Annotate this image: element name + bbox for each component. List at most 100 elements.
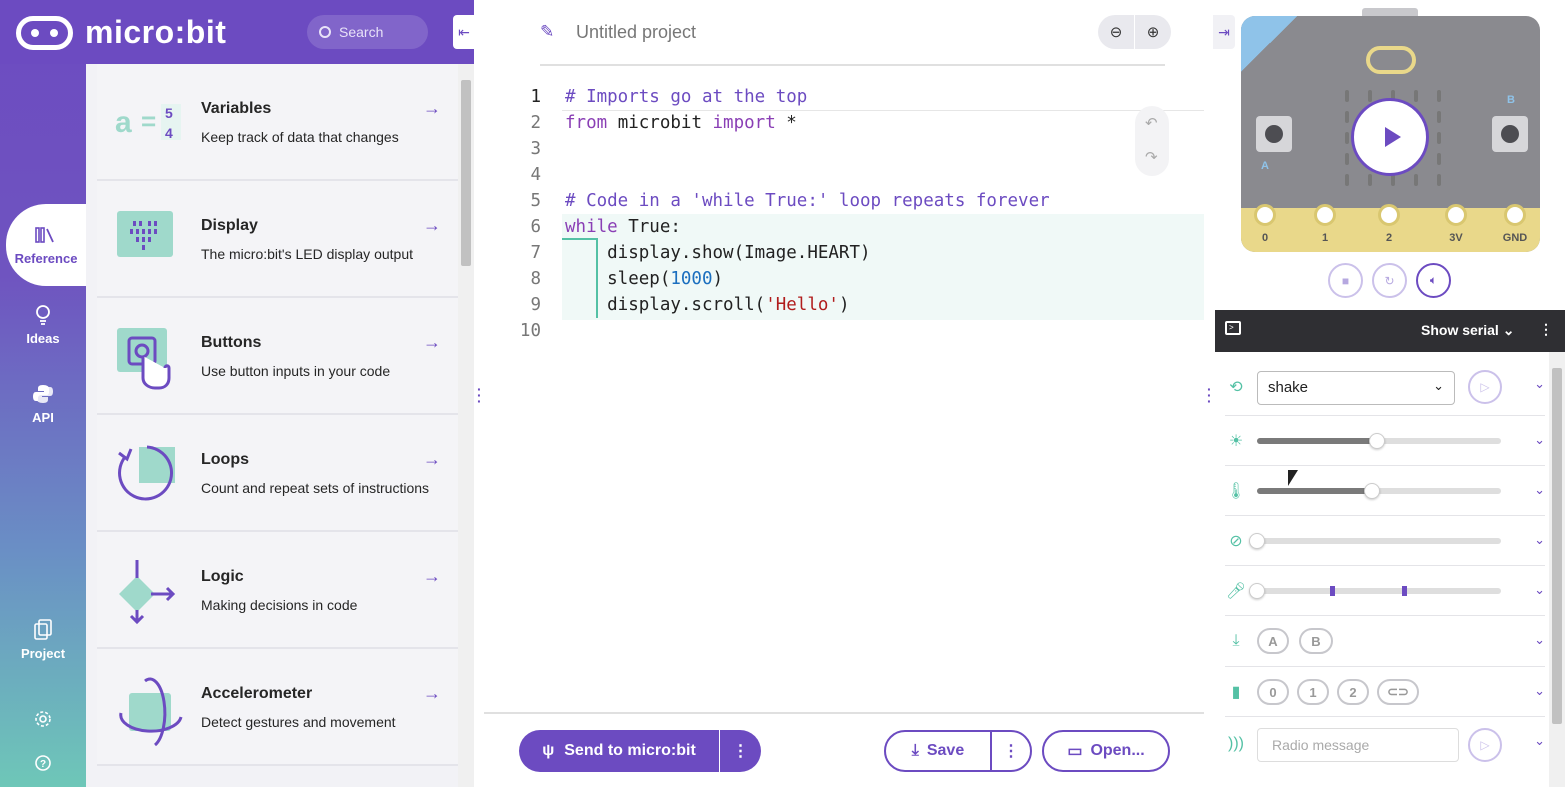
board-pin-label: 2 bbox=[1385, 232, 1393, 244]
code-line[interactable]: 7 display.show(Image.HEART) bbox=[484, 240, 1204, 266]
code-line[interactable]: 10 bbox=[484, 318, 1204, 344]
save-button[interactable]: ⤓ Save bbox=[884, 730, 992, 772]
zoom-out-button[interactable]: ⊖ bbox=[1098, 15, 1134, 49]
code-area[interactable]: 1 # Imports go at the top 2 from microbit i… bbox=[484, 84, 1204, 344]
light-slider-knob[interactable] bbox=[1368, 433, 1385, 449]
serial-more-button[interactable]: ⋮ bbox=[1539, 321, 1553, 338]
scrollbar-thumb[interactable] bbox=[1552, 368, 1562, 724]
expand-chevron-icon[interactable]: ⌄ bbox=[1534, 482, 1545, 498]
send-more-button[interactable]: ⋮ bbox=[720, 730, 761, 772]
board-pin-1[interactable] bbox=[1314, 204, 1336, 226]
pin-1-button[interactable]: 1 bbox=[1297, 679, 1329, 705]
redo-icon[interactable]: ↷ bbox=[1145, 148, 1158, 166]
reference-item-loops[interactable]: Loops Count and repeat sets of instructi… bbox=[97, 415, 458, 532]
code-line[interactable]: 6 while True: bbox=[484, 214, 1204, 240]
code-line[interactable]: 9 display.scroll('Hello') bbox=[484, 292, 1204, 318]
board-pin-gnd[interactable] bbox=[1504, 204, 1526, 226]
line-text: display.scroll('Hello') bbox=[565, 292, 849, 318]
led bbox=[1345, 153, 1349, 165]
search-input[interactable]: Search bbox=[307, 15, 428, 49]
gesture-select[interactable]: shake ⌄ bbox=[1257, 371, 1455, 405]
radio-message-input[interactable]: Radio message bbox=[1257, 728, 1459, 762]
expand-chevron-icon[interactable]: ⌄ bbox=[1534, 733, 1545, 749]
svg-text:4: 4 bbox=[165, 125, 173, 141]
rail-item-reference[interactable]: Reference bbox=[6, 204, 86, 286]
action-bar: ψ Send to micro:bit ⋮ ⤓ Save ⋮ ▭ Open... bbox=[484, 712, 1204, 787]
send-to-microbit-button[interactable]: ψ Send to micro:bit bbox=[519, 730, 719, 772]
code-token: ) bbox=[712, 269, 724, 289]
collapse-sidebar-button[interactable]: ⇤ bbox=[453, 15, 475, 49]
simulator-resize-handle[interactable]: · · · bbox=[1207, 382, 1212, 408]
reference-item-variables[interactable]: a = 5 4 Variables Keep track of data that c… bbox=[97, 64, 458, 181]
save-more-button[interactable]: ⋮ bbox=[990, 730, 1032, 772]
pin-2-button[interactable]: 2 bbox=[1337, 679, 1369, 705]
expand-chevron-icon[interactable]: ⌄ bbox=[1534, 432, 1545, 448]
reference-item-display[interactable]: Display The micro:bit's LED display outp… bbox=[97, 181, 458, 298]
code-line[interactable]: 8 sleep(1000) bbox=[484, 266, 1204, 292]
reference-item-buttons[interactable]: Buttons Use button inputs in your code → bbox=[97, 298, 458, 415]
light-slider-fill bbox=[1257, 438, 1377, 444]
sensor-button-b[interactable]: B bbox=[1299, 628, 1333, 654]
project-name[interactable]: Untitled project bbox=[576, 22, 696, 43]
undo-icon[interactable]: ↶ bbox=[1145, 114, 1158, 132]
temperature-slider[interactable] bbox=[1257, 483, 1501, 499]
reference-desc: Keep track of data that changes bbox=[201, 129, 399, 145]
sound-slider-knob[interactable] bbox=[1249, 583, 1265, 599]
sound-threshold-high[interactable] bbox=[1402, 586, 1407, 596]
help-button[interactable]: ? bbox=[0, 753, 86, 773]
stop-button[interactable]: ■ bbox=[1328, 263, 1363, 298]
code-line[interactable]: 4 bbox=[484, 162, 1204, 188]
code-line[interactable]: 1 # Imports go at the top bbox=[484, 84, 1204, 110]
code-line[interactable]: 3 bbox=[484, 136, 1204, 162]
show-serial-button[interactable]: Show serial ⌄ bbox=[1421, 322, 1514, 339]
send-label: Send to micro:bit bbox=[564, 742, 696, 759]
rail-item-project[interactable]: Project bbox=[0, 619, 86, 661]
rail-item-ideas[interactable]: Ideas bbox=[0, 305, 86, 346]
board-pin-2[interactable] bbox=[1378, 204, 1400, 226]
line-number: 9 bbox=[530, 295, 541, 315]
reference-item-accelerometer[interactable]: Accelerometer Detect gestures and moveme… bbox=[97, 649, 458, 766]
zoom-in-button[interactable]: ⊕ bbox=[1135, 15, 1171, 49]
sensor-scrollbar[interactable] bbox=[1549, 352, 1565, 787]
scrollbar-thumb[interactable] bbox=[461, 80, 471, 266]
sound-slider[interactable] bbox=[1249, 583, 1501, 599]
radio-send-button[interactable]: ▷ bbox=[1468, 728, 1502, 762]
expand-chevron-icon[interactable]: ⌄ bbox=[1534, 376, 1545, 392]
board-button-a[interactable] bbox=[1256, 116, 1292, 152]
temperature-slider-knob[interactable] bbox=[1363, 483, 1380, 499]
mute-button[interactable]: 🔈︎ bbox=[1416, 263, 1451, 298]
pin-0-button[interactable]: 0 bbox=[1257, 679, 1289, 705]
expand-chevron-icon[interactable]: ⌄ bbox=[1534, 683, 1545, 699]
open-button[interactable]: ▭ Open... bbox=[1042, 730, 1170, 772]
code-line[interactable]: 2 from microbit import * bbox=[484, 110, 1204, 136]
board-logo-touch[interactable] bbox=[1366, 46, 1416, 74]
sound-threshold-low[interactable] bbox=[1330, 586, 1335, 596]
logo-touch-button[interactable]: ⊂⊃ bbox=[1377, 679, 1419, 705]
sidebar-resize-handle[interactable]: · · · bbox=[477, 382, 482, 408]
code-line[interactable]: 5 # Code in a 'while True:' loop repeats … bbox=[484, 188, 1204, 214]
sensor-button-a[interactable]: A bbox=[1257, 628, 1289, 654]
code-token: while bbox=[565, 217, 618, 237]
simulator-play-button[interactable] bbox=[1351, 98, 1429, 176]
board-button-b[interactable] bbox=[1492, 116, 1528, 152]
board-pin-3v[interactable] bbox=[1445, 204, 1467, 226]
restart-button[interactable]: ↻ bbox=[1372, 263, 1407, 298]
reference-scrollbar[interactable] bbox=[458, 64, 474, 787]
reference-item-logic[interactable]: Logic Making decisions in code → bbox=[97, 532, 458, 649]
restart-icon: ↻ bbox=[1384, 273, 1395, 288]
collapse-simulator-button[interactable]: ⇥ bbox=[1213, 15, 1235, 49]
arrow-right-icon: → bbox=[423, 449, 441, 469]
pin-1-label: 1 bbox=[1309, 684, 1317, 700]
gesture-send-button[interactable]: ▷ bbox=[1468, 370, 1502, 404]
compass-slider[interactable] bbox=[1249, 533, 1501, 549]
compass-slider-knob[interactable] bbox=[1249, 533, 1265, 549]
pencil-icon[interactable]: ✎ bbox=[540, 22, 554, 42]
expand-chevron-icon[interactable]: ⌄ bbox=[1534, 582, 1545, 598]
expand-chevron-icon[interactable]: ⌄ bbox=[1534, 632, 1545, 648]
line-number: 1 bbox=[530, 87, 541, 107]
board-pin-0[interactable] bbox=[1254, 204, 1276, 226]
light-slider[interactable] bbox=[1257, 433, 1501, 449]
expand-chevron-icon[interactable]: ⌄ bbox=[1534, 532, 1545, 548]
settings-button[interactable] bbox=[0, 709, 86, 729]
rail-item-api[interactable]: API bbox=[0, 384, 86, 425]
